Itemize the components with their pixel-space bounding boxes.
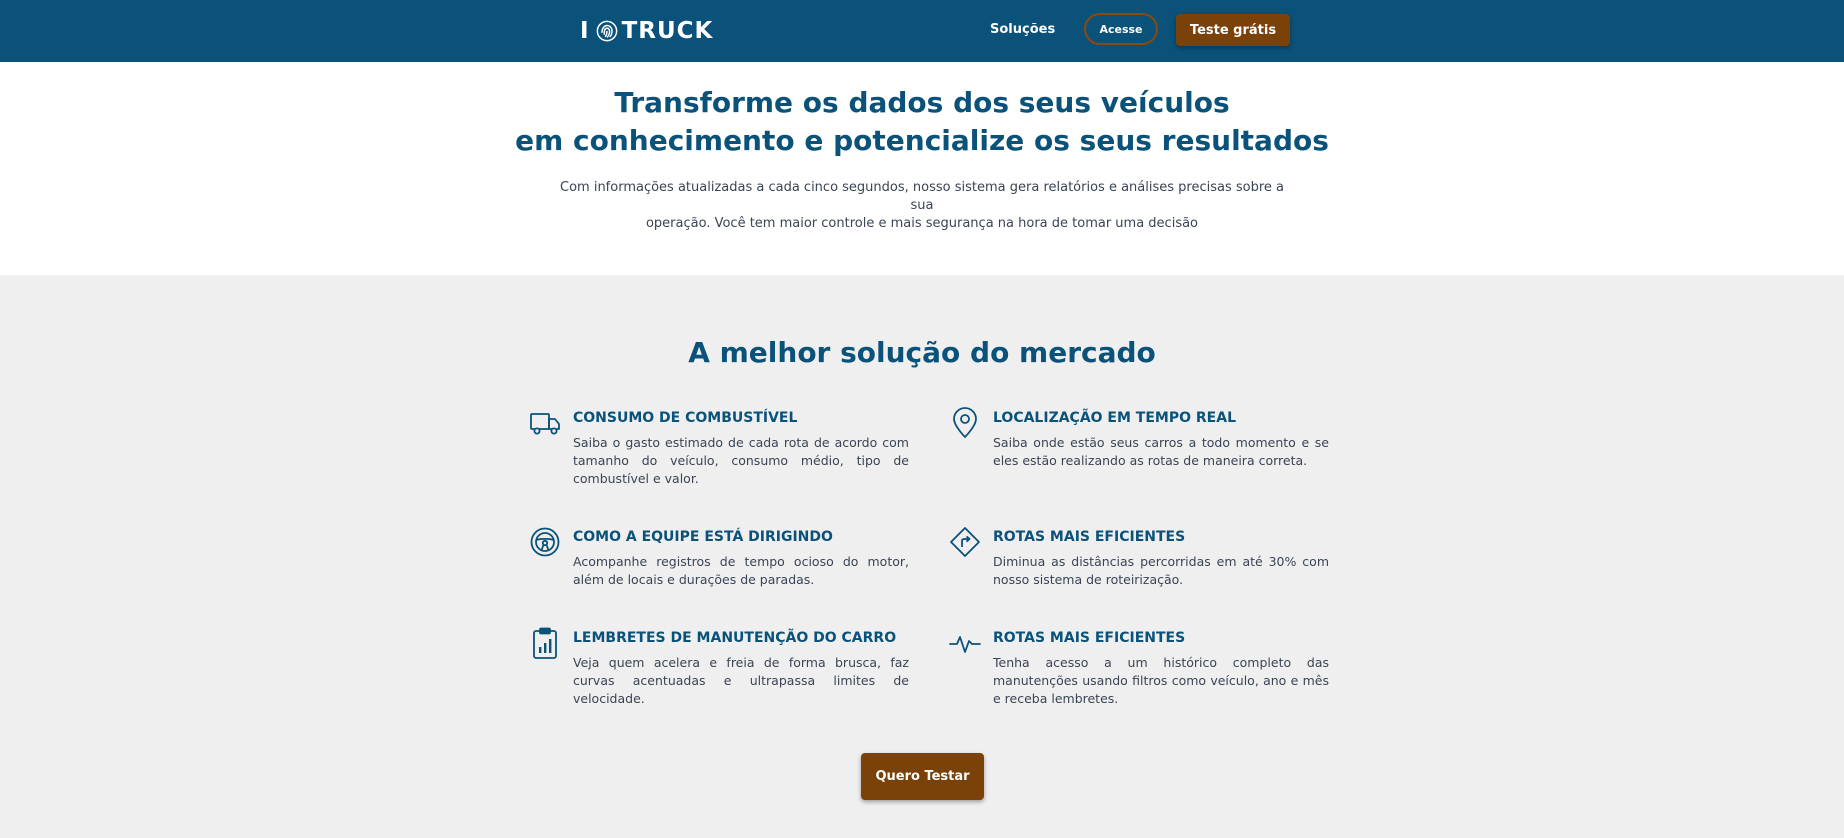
feature-title: LEMBRETES DE MANUTENÇÃO DO CARRO xyxy=(573,630,897,646)
feature-title: COMO A EQUIPE ESTÁ DIRIGINDO xyxy=(573,529,833,545)
logo-text-right: TRUCK xyxy=(621,18,714,44)
hero-title-line-1: Transforme os dados dos seus veículos xyxy=(614,86,1230,119)
feature-description: Saiba onde estão seus carros a todo mome… xyxy=(993,435,1329,468)
feature-title: ROTAS MAIS EFICIENTES xyxy=(993,529,1186,545)
section-title: A melhor solução do mercado xyxy=(688,336,1156,369)
feature-title: CONSUMO DE COMBUSTÍVEL xyxy=(573,410,798,426)
hero-description-line-1: Com informações atualizadas a cada cinco… xyxy=(560,180,1284,213)
nav-link-solucoes[interactable]: Soluções xyxy=(990,19,1055,41)
feature-title: LOCALIZAÇÃO EM TEMPO REAL xyxy=(993,410,1236,426)
clipboard-chart-icon xyxy=(533,627,557,659)
steering-wheel-icon xyxy=(530,527,560,557)
nav-free-trial-button[interactable]: Teste grátis xyxy=(1176,14,1290,46)
feature-title: ROTAS MAIS EFICIENTES xyxy=(993,630,1186,646)
hero-title-line-2: em conhecimento e potencialize os seus r… xyxy=(515,124,1329,157)
location-pin-icon xyxy=(953,407,977,439)
truck-icon xyxy=(530,413,560,435)
solutions-section: A melhor solução do mercado CONSUMO DE C… xyxy=(0,275,1844,838)
fingerprint-logo-icon xyxy=(596,20,617,42)
nav-acesse-button[interactable]: Acesse xyxy=(1084,13,1158,45)
pulse-icon xyxy=(949,636,981,653)
top-navbar: I TRUCK Soluções Acesse Teste grátis xyxy=(0,0,1844,62)
logo-text-left: I xyxy=(580,18,590,44)
route-sign-icon xyxy=(950,527,980,557)
hero-description-line-2: operação. Você tem maior controle e mais… xyxy=(645,216,1199,231)
feature-description: Diminua as distâncias percorridas em até… xyxy=(993,554,1329,587)
hero-title: Transforme os dados dos seus veículos em… xyxy=(0,84,1844,160)
feature-description: Veja quem acelera e freia de forma brusc… xyxy=(573,655,909,706)
hero-description: Com informações atualizadas a cada cinco… xyxy=(554,179,1290,233)
feature-description: Tenha acesso a um histórico completo das… xyxy=(993,655,1329,706)
feature-description: Acompanhe registros de tempo ocioso do m… xyxy=(573,554,909,587)
quero-testar-button[interactable]: Quero Testar xyxy=(861,753,984,800)
logo[interactable]: I TRUCK xyxy=(580,17,713,45)
feature-description: Saiba o gasto estimado de cada rota de a… xyxy=(573,435,909,486)
